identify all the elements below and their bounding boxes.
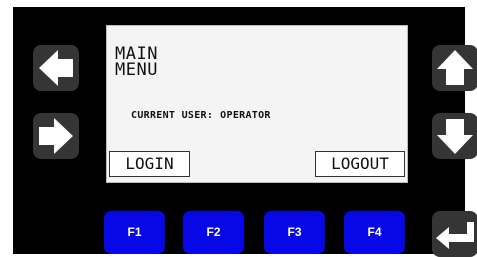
arrow-down-icon	[437, 119, 473, 154]
f4-key[interactable]: F4	[344, 211, 405, 254]
f1-key[interactable]: F1	[104, 211, 165, 254]
up-arrow-button[interactable]	[432, 45, 477, 91]
current-user-status: CURRENT USER: OPERATOR	[131, 110, 271, 121]
hmi-panel: MAIN MENU CURRENT USER: OPERATOR LOGIN LO…	[13, 7, 477, 257]
enter-button[interactable]	[432, 211, 477, 257]
right-arrow-button[interactable]	[33, 113, 79, 159]
current-user-label: CURRENT USER:	[131, 110, 214, 121]
logout-button[interactable]: LOGOUT	[315, 151, 405, 177]
screen-title: MAIN MENU	[115, 46, 158, 80]
screen-title-line-2: MENU	[115, 60, 158, 80]
f2-key[interactable]: F2	[183, 211, 244, 254]
current-user-value: OPERATOR	[220, 110, 271, 121]
down-arrow-button[interactable]	[432, 113, 477, 159]
enter-return-icon	[436, 222, 474, 249]
arrow-up-icon	[437, 50, 473, 85]
arrow-right-icon	[39, 118, 73, 154]
lcd-screen: MAIN MENU CURRENT USER: OPERATOR LOGIN LO…	[106, 25, 408, 183]
left-arrow-button[interactable]	[33, 45, 79, 91]
arrow-left-icon	[39, 50, 73, 86]
login-button[interactable]: LOGIN	[109, 151, 190, 177]
f3-key[interactable]: F3	[264, 211, 325, 254]
